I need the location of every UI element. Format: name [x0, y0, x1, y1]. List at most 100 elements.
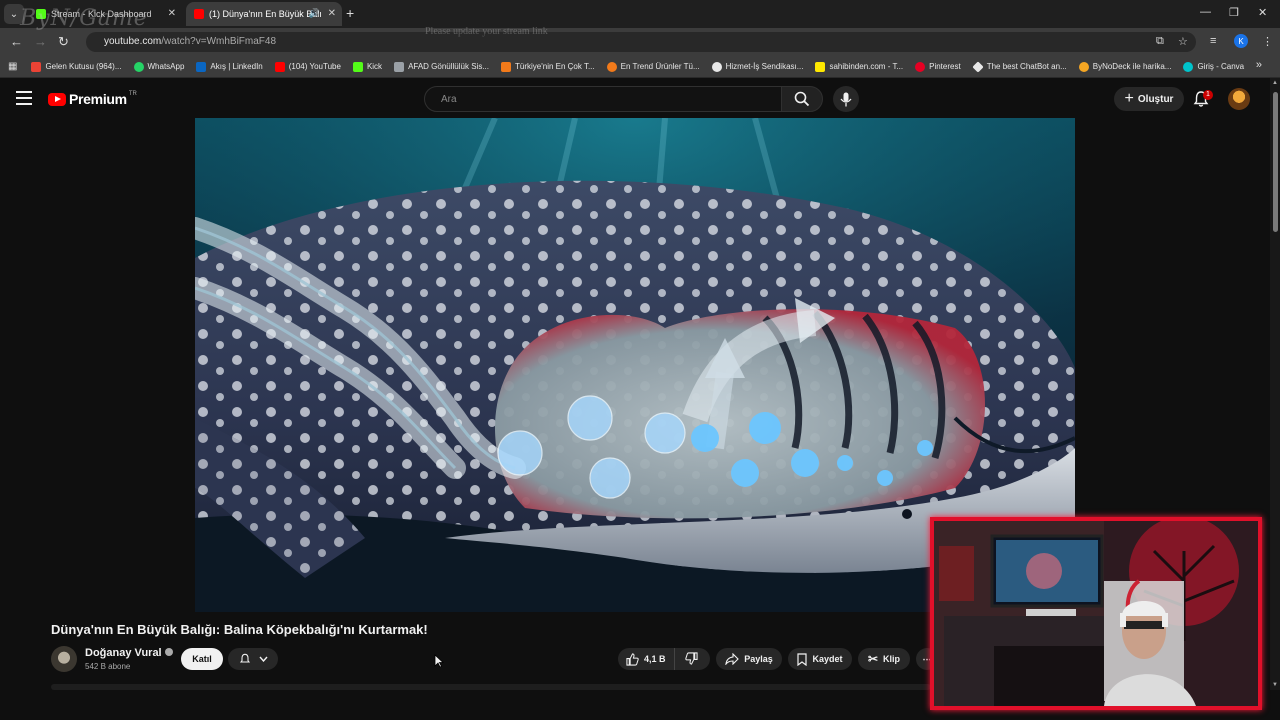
voice-search-button[interactable]: [833, 86, 859, 112]
bookmark-youtube[interactable]: (104) YouTube: [274, 61, 341, 72]
bookmark-label: Hizmet-İş Sendikası...: [725, 62, 804, 71]
bookmark-label: En Trend Ürünler Tü...: [620, 62, 700, 71]
scroll-down-icon[interactable]: ▼: [1272, 682, 1278, 688]
bookmark-label: Gelen Kutusu (964)...: [45, 62, 122, 71]
create-label: Oluştur: [1137, 93, 1174, 105]
close-tab-icon[interactable]: ✕: [168, 8, 176, 19]
globe-icon: [711, 61, 722, 72]
bookmarks-bar: ▦ Gelen Kutusu (964)... WhatsApp Akış | …: [0, 56, 1280, 78]
more-bookmarks-icon[interactable]: »: [1256, 59, 1262, 71]
canva-icon: [1183, 61, 1194, 72]
stream-watermark-notice: Please update your stream link: [425, 26, 548, 37]
reload-icon[interactable]: ↻: [58, 34, 69, 50]
bookmark-label: The best ChatBot an...: [986, 62, 1067, 71]
bookmark-hizmet-is[interactable]: Hizmet-İş Sendikası...: [711, 61, 804, 72]
forward-icon[interactable]: →: [34, 34, 47, 49]
minimize-icon[interactable]: —: [1200, 6, 1211, 18]
save-button[interactable]: Kaydet: [788, 648, 852, 670]
bookmark-label: Giriş - Canva: [1197, 62, 1245, 71]
country-code: TR: [128, 91, 137, 97]
search-button[interactable]: [781, 86, 823, 112]
notification-badge: 1: [1203, 90, 1213, 100]
url-field[interactable]: youtube.com/watch?v=WmhBiFmaF48: [86, 32, 1196, 52]
bell-icon: [239, 653, 250, 663]
notification-settings-button[interactable]: [228, 648, 278, 670]
share-label: Paylaş: [744, 654, 773, 664]
join-button[interactable]: Katıl: [181, 648, 223, 670]
bookmark-trend-products[interactable]: En Trend Ürünler Tü...: [606, 61, 700, 72]
bookmark-chatbot[interactable]: The best ChatBot an...: [972, 60, 1067, 73]
like-button[interactable]: 4,1 B: [618, 648, 675, 670]
restore-icon[interactable]: ❐: [1229, 6, 1239, 19]
save-label: Kaydet: [812, 654, 843, 664]
apps-grid-icon[interactable]: ▦: [8, 61, 17, 72]
close-window-icon[interactable]: ✕: [1258, 6, 1267, 19]
whatsapp-icon: [133, 61, 144, 72]
gmail-icon: [31, 61, 42, 72]
bookmark-star-icon[interactable]: ☆: [1178, 35, 1188, 48]
install-app-icon[interactable]: ⧉: [1156, 35, 1164, 48]
like-count: 4,1 B: [644, 654, 666, 664]
create-button[interactable]: + Oluştur: [1114, 87, 1184, 111]
bookmark-pinterest[interactable]: Pinterest: [915, 61, 961, 72]
chevron-down-icon: [258, 656, 268, 662]
bookmark-sahibinden[interactable]: sahibinden.com - T...: [815, 61, 904, 72]
page-scrollbar[interactable]: ▲ ▼: [1270, 78, 1280, 690]
channel-avatar[interactable]: [51, 646, 77, 672]
address-bar-row: ← → ↻ youtube.com/watch?v=WmhBiFmaF48 ⧉ …: [0, 28, 1280, 56]
user-avatar[interactable]: [1228, 88, 1250, 110]
scroll-up-icon[interactable]: ▲: [1272, 80, 1278, 86]
clip-label: Klip: [883, 654, 901, 664]
close-tab-icon[interactable]: ✕: [328, 8, 336, 19]
scrollbar-thumb[interactable]: [1273, 92, 1278, 232]
tab-youtube-video[interactable]: (1) Dünya'nın En Büyük Balı 🔊 ✕: [186, 2, 342, 26]
pinterest-icon: [915, 61, 926, 72]
kick-icon: [352, 61, 363, 72]
share-button[interactable]: Paylaş: [716, 648, 782, 670]
back-icon[interactable]: ←: [10, 34, 23, 49]
microphone-icon: [840, 92, 852, 106]
media-control-icon[interactable]: ≡: [1210, 35, 1216, 47]
linkedin-icon: [196, 61, 207, 72]
dislike-button[interactable]: [675, 651, 708, 667]
chatbot-icon: [972, 60, 984, 73]
bookmark-whatsapp[interactable]: WhatsApp: [133, 61, 185, 72]
bookmark-label: Akış | LinkedIn: [210, 62, 263, 71]
bookmark-linkedin[interactable]: Akış | LinkedIn: [196, 61, 263, 72]
afad-icon: [394, 61, 405, 72]
bookmark-trendyol[interactable]: Türkiye'nin En Çok T...: [500, 61, 595, 72]
bookmark-label: Kick: [366, 62, 383, 71]
description-preview-edge: [51, 684, 931, 690]
bookmark-label: (104) YouTube: [288, 62, 341, 71]
menu-icon[interactable]: [16, 91, 32, 105]
bookmark-label: Türkiye'nin En Çok T...: [514, 62, 595, 71]
search-input[interactable]: Ara: [424, 86, 782, 112]
bookmark-afad[interactable]: AFAD Gönüllülük Sis...: [394, 61, 489, 72]
bookmark-label: AFAD Gönüllülük Sis...: [408, 62, 489, 71]
youtube-premium-logo[interactable]: Premium TR: [48, 91, 137, 107]
bookmark-canva[interactable]: Giriş - Canva: [1183, 61, 1245, 72]
bookmark-label: ByNoDeck ile harika...: [1092, 62, 1172, 71]
url-path: /watch?v=WmhBiFmaF48: [161, 36, 277, 47]
speaker-icon[interactable]: 🔊: [309, 8, 320, 19]
bookmark-icon: [797, 652, 808, 666]
channel-name-row[interactable]: Doğanay Vural: [85, 647, 173, 659]
bookmark-gmail[interactable]: Gelen Kutusu (964)...: [31, 61, 122, 72]
youtube-header: Premium TR Ara + Oluştur: [0, 78, 1280, 120]
thumbs-up-icon: [626, 652, 639, 666]
bookmark-label: sahibinden.com - T...: [829, 62, 904, 71]
webcam-scene: [934, 521, 1258, 706]
bookmark-bynodeck[interactable]: ByNoDeck ile harika...: [1078, 61, 1172, 72]
search-icon: [794, 91, 810, 107]
verified-badge-icon: [164, 648, 173, 656]
mouse-cursor-icon: [434, 654, 444, 668]
bookmark-kick[interactable]: Kick: [352, 61, 383, 72]
bookmark-label: WhatsApp: [147, 62, 185, 71]
profile-avatar[interactable]: K: [1234, 34, 1248, 48]
channel-name[interactable]: Doğanay Vural: [85, 647, 162, 659]
plus-icon: +: [1124, 90, 1134, 107]
browser-menu-icon[interactable]: ⋮: [1262, 35, 1273, 48]
clip-button[interactable]: ✂ Klip: [858, 648, 910, 670]
new-tab-icon[interactable]: +: [346, 5, 354, 21]
bookmark-label: Pinterest: [929, 62, 961, 71]
